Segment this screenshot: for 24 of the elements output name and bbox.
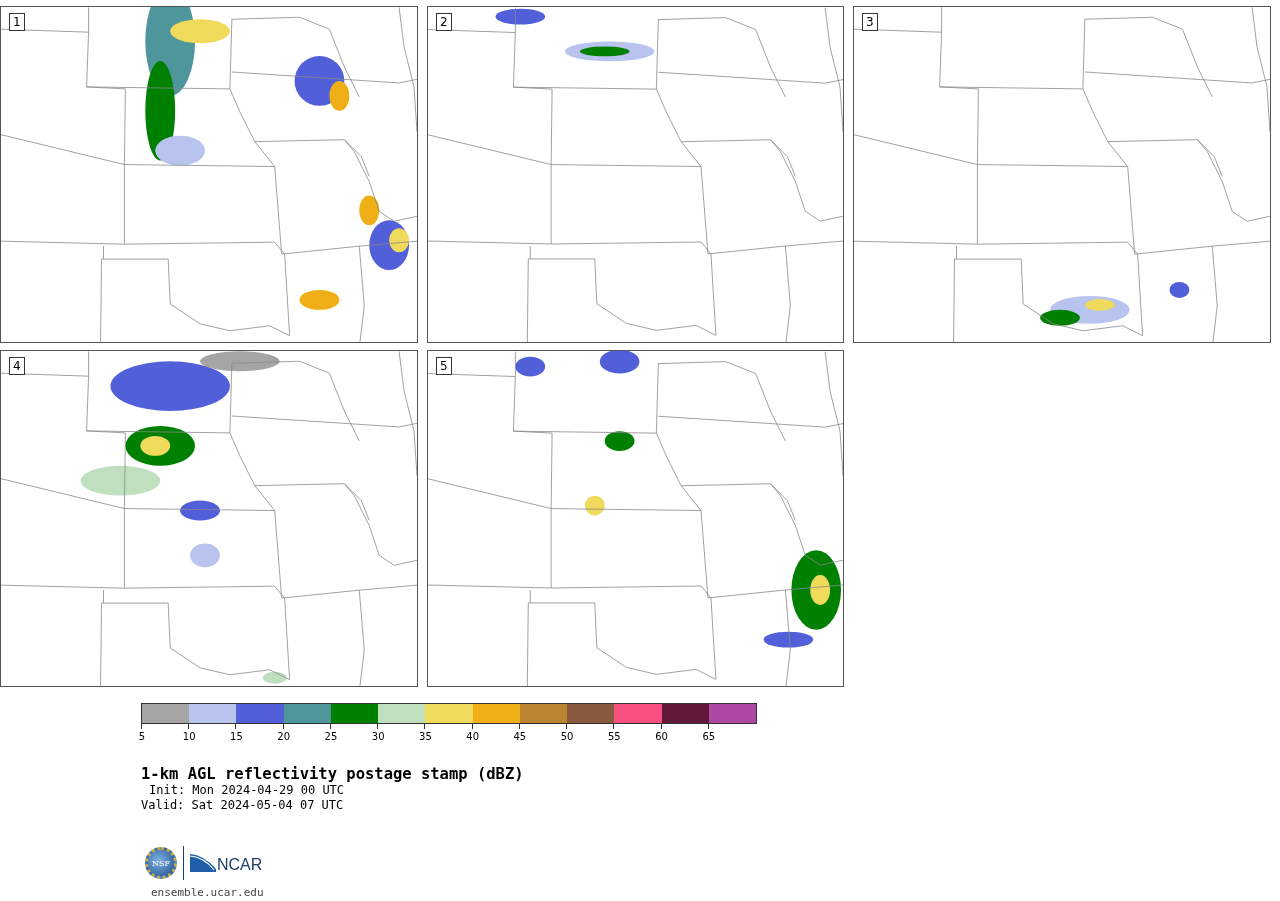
panel-number: 4 (9, 357, 25, 375)
tick-label: 20 (276, 731, 292, 743)
tick-label: 15 (229, 731, 244, 743)
valid-time-text: Valid: Sat 2024-05-04 07 UTC (141, 798, 345, 813)
tick-label: 45 (512, 731, 528, 743)
tick-label: 55 (606, 731, 622, 743)
tick-label: 30 (370, 731, 386, 743)
tick-label: 60 (654, 731, 669, 743)
tick-label: 5 (138, 731, 146, 743)
nsf-logo: NSF (145, 847, 177, 879)
panel-number: 2 (436, 13, 452, 31)
chart-title: 1-km AGL reflectivity postage stamp (dBZ) (141, 765, 525, 783)
tick-label: 65 (701, 731, 717, 743)
ncar-logo: NCAR (190, 853, 263, 873)
init-time-text: Init: Mon 2024-04-29 00 UTC (148, 783, 346, 798)
tick-label: 50 (559, 731, 575, 743)
tick-label: 40 (465, 731, 480, 743)
panel-number: 1 (9, 13, 25, 31)
panel-number: 3 (862, 13, 878, 31)
tick-label: 10 (181, 731, 197, 743)
tick-label: 35 (418, 731, 433, 743)
site-url: ensemble.ucar.edu (151, 886, 265, 899)
tick-label: 25 (323, 731, 339, 743)
panel-number: 5 (436, 357, 452, 375)
